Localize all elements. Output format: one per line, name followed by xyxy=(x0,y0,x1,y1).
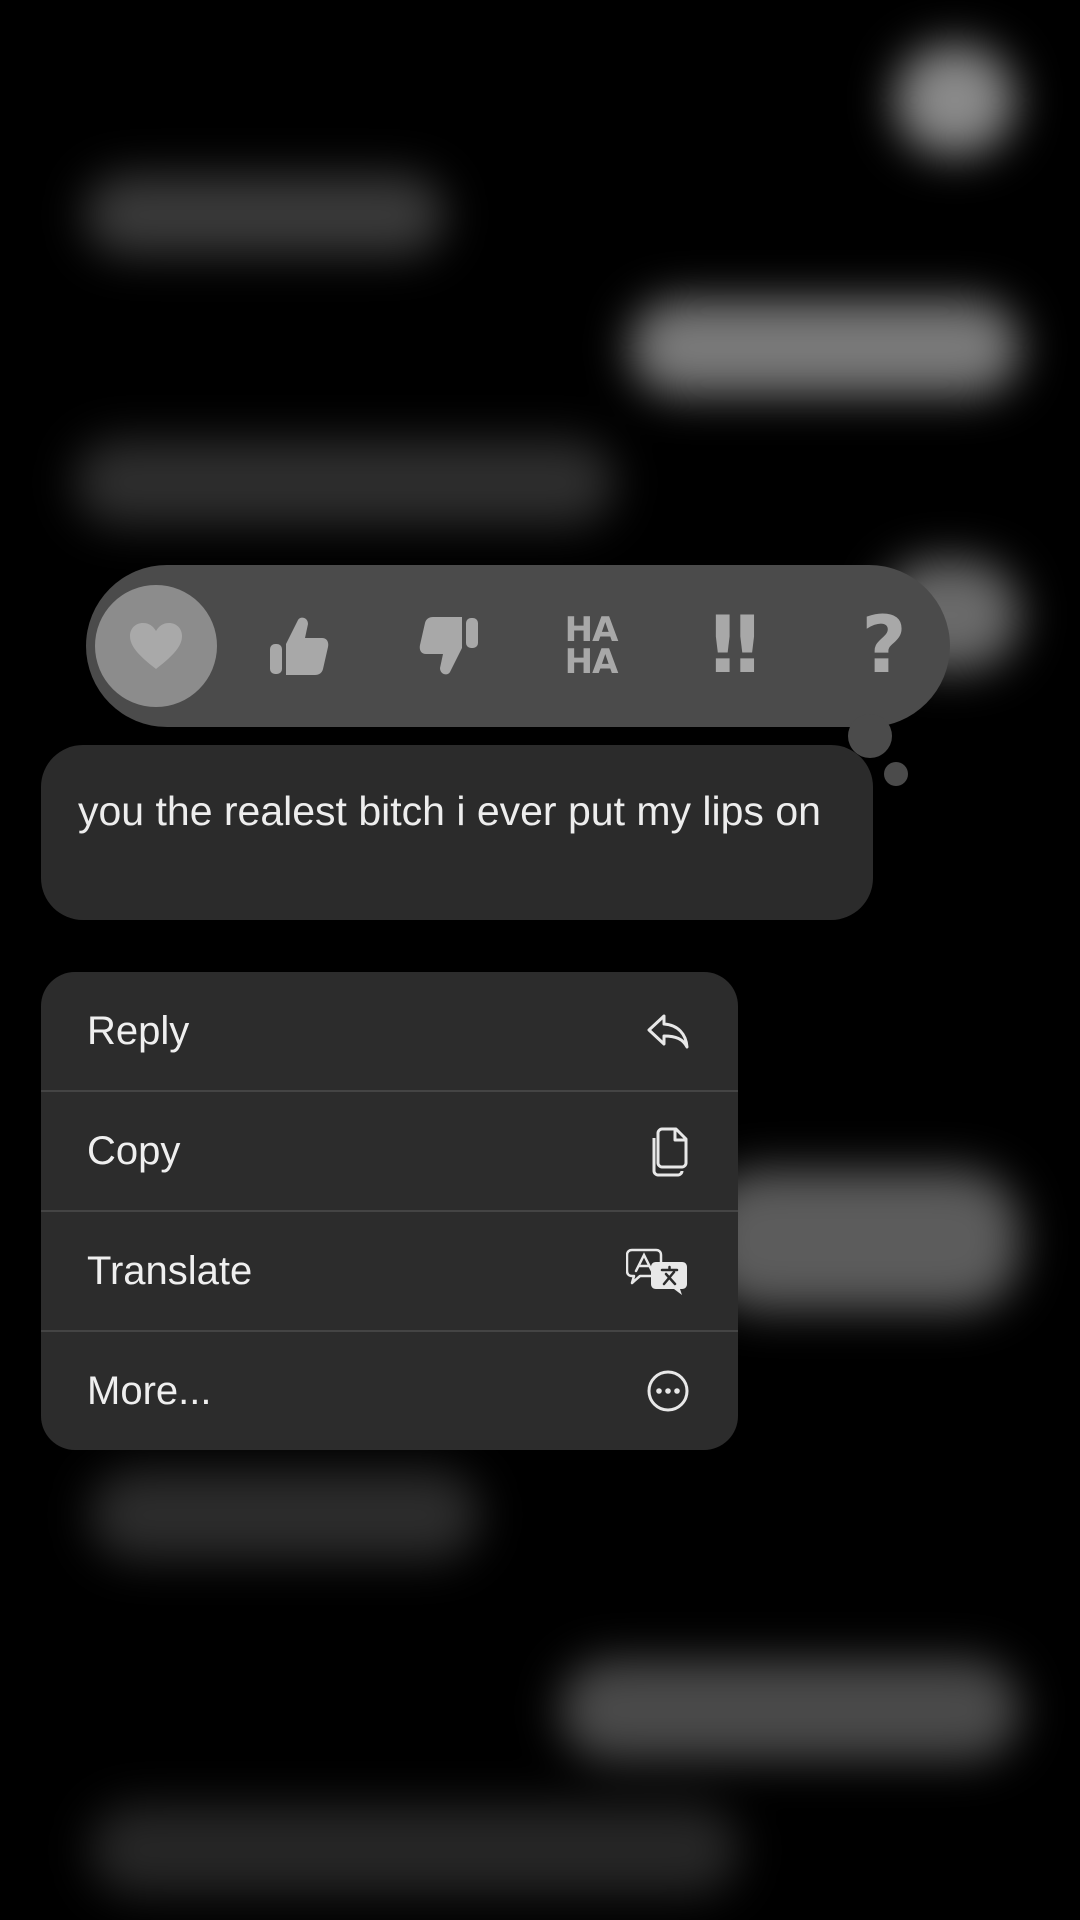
blurred-bubble xyxy=(90,1470,480,1560)
reaction-emphasize-button[interactable]: ‼ xyxy=(670,565,800,727)
thumbs-up-icon xyxy=(270,617,329,675)
selected-message-bubble: you the realest bitch i ever put my lips… xyxy=(41,745,873,920)
heart-icon xyxy=(130,623,182,669)
blurred-bubble xyxy=(895,45,1015,155)
reply-arrow-icon xyxy=(647,1014,689,1049)
blurred-bubble xyxy=(75,440,615,525)
menu-item-label: Translate xyxy=(87,1248,253,1293)
menu-item-label: Reply xyxy=(87,1008,190,1053)
thumbs-down-icon xyxy=(419,617,478,675)
menu-item-reply[interactable]: Reply xyxy=(41,972,738,1090)
more-ellipsis-icon xyxy=(647,1370,689,1412)
menu-item-translate[interactable]: Translate xyxy=(41,1212,738,1330)
menu-item-label: More... xyxy=(87,1368,212,1413)
question-mark-icon: ? xyxy=(861,601,907,691)
reaction-thumbs-up-button[interactable] xyxy=(234,565,364,727)
reaction-haha-button[interactable]: HA HA xyxy=(526,565,656,727)
blurred-bubble xyxy=(90,1805,740,1895)
haha-icon: HA HA xyxy=(564,613,619,682)
reaction-thumbs-down-button[interactable] xyxy=(384,565,514,727)
tapback-tail-bubble-small xyxy=(884,762,908,786)
message-text: you the realest bitch i ever put my lips… xyxy=(78,788,821,834)
message-context-menu: Reply Copy Translate More... xyxy=(41,972,738,1450)
copy-documents-icon xyxy=(652,1127,688,1177)
menu-item-copy[interactable]: Copy xyxy=(41,1092,738,1210)
menu-item-label: Copy xyxy=(87,1128,181,1173)
blurred-bubble xyxy=(700,1170,1020,1310)
blurred-bubble xyxy=(630,300,1020,395)
blurred-conversation-background xyxy=(0,0,1080,1920)
reaction-heart-button[interactable] xyxy=(91,565,221,727)
blurred-bubble xyxy=(560,1660,1020,1760)
double-exclamation-icon: ‼ xyxy=(710,601,760,691)
haha-line-2: HA xyxy=(564,642,619,682)
blurred-bubble xyxy=(85,175,445,255)
menu-item-more[interactable]: More... xyxy=(41,1332,738,1450)
translate-icon xyxy=(626,1248,687,1295)
reaction-question-button[interactable]: ? xyxy=(819,565,949,727)
